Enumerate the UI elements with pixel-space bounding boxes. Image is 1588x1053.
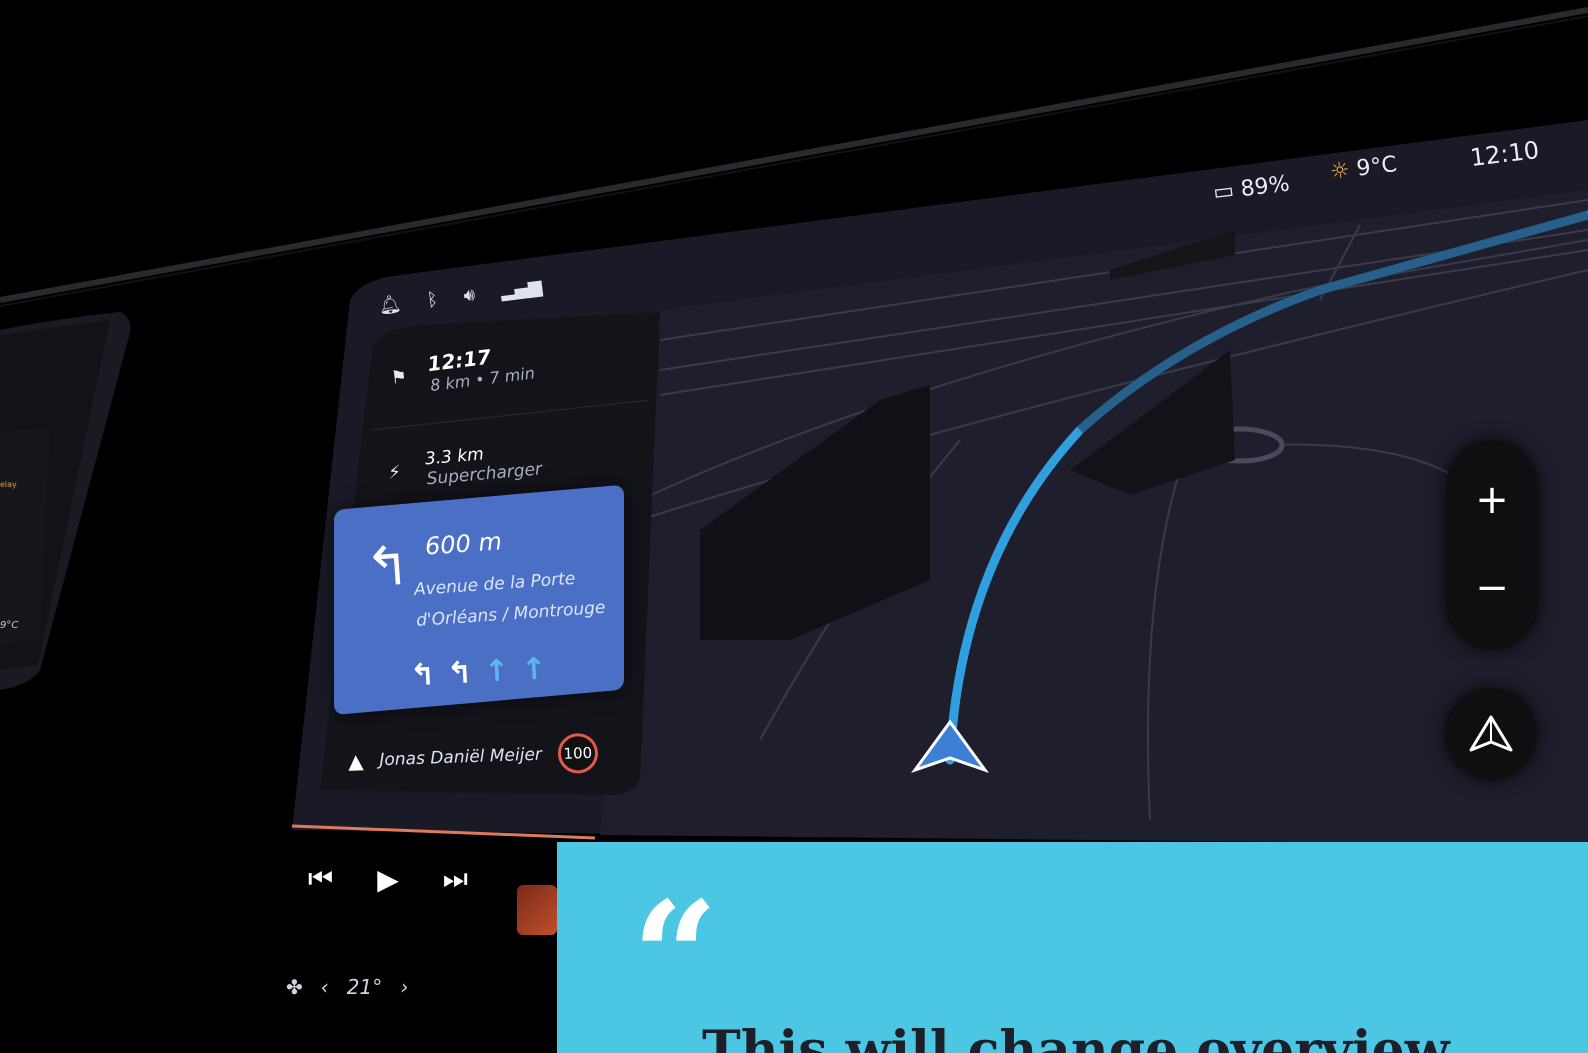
media-controls: ⏮ ▶ ⏭ <box>308 862 468 896</box>
quote-mark: “ <box>632 869 719 1045</box>
current-street: Jonas Daniël Meijer <box>379 744 543 771</box>
quote-box: “ This will change overview <box>557 842 1588 1053</box>
lane-guidance: ↰ ↰ ↑ ↑ <box>409 651 547 693</box>
turn-left-icon: ↰ <box>362 533 413 600</box>
recenter-button[interactable] <box>1445 688 1537 780</box>
temperature-increase-button[interactable]: › <box>400 975 408 999</box>
climate-controls: ✤ ‹ 21° › <box>286 975 408 999</box>
previous-track-button[interactable]: ⏮ <box>308 862 333 896</box>
bell-icon[interactable]: 🔔︎ <box>377 293 402 317</box>
volume-icon[interactable]: 🔊︎ <box>462 284 476 306</box>
lane-straight-icon: ↑ <box>483 653 511 690</box>
lane-straight-icon: ↑ <box>520 651 548 688</box>
left-screen-label: elay <box>0 480 17 489</box>
sun-icon: ☼ <box>1328 156 1359 185</box>
temperature-decrease-button[interactable]: ‹ <box>321 975 329 999</box>
left-screen-temperature: 9°C <box>0 620 19 631</box>
charger-icon: ⚡ <box>387 461 402 484</box>
zoom-control: + − <box>1446 440 1538 650</box>
zoom-in-button[interactable]: + <box>1446 460 1538 540</box>
heading-arrow-icon: ▲ <box>347 748 364 774</box>
next-track-button[interactable]: ⏭ <box>443 862 468 896</box>
cabin-temperature: 21° <box>346 975 383 999</box>
zoom-out-button[interactable]: − <box>1446 548 1538 628</box>
lane-left-icon: ↰ <box>409 657 437 694</box>
battery-icon: ▭ <box>1211 177 1243 206</box>
finish-flag-icon: ⚑ <box>391 366 408 389</box>
fan-icon[interactable]: ✤ <box>286 975 303 999</box>
next-turn-distance: 600 m <box>424 527 503 561</box>
scene: elay 9°C 🔔︎ ᛒ 🔊︎ ▂▄▆ ▭ 89% ☼ 9°C 12:10 ⚑… <box>0 0 1588 1053</box>
album-art[interactable] <box>517 885 557 935</box>
bluetooth-icon[interactable]: ᛒ <box>426 289 439 311</box>
compass-icon <box>1469 715 1513 752</box>
quote-text: This will change overview <box>702 1020 1450 1053</box>
speed-limit-sign: 100 <box>557 732 599 775</box>
play-button[interactable]: ▶ <box>377 863 399 896</box>
lane-left-icon: ↰ <box>446 655 474 692</box>
outside-temperature: 9°C <box>1355 152 1399 182</box>
